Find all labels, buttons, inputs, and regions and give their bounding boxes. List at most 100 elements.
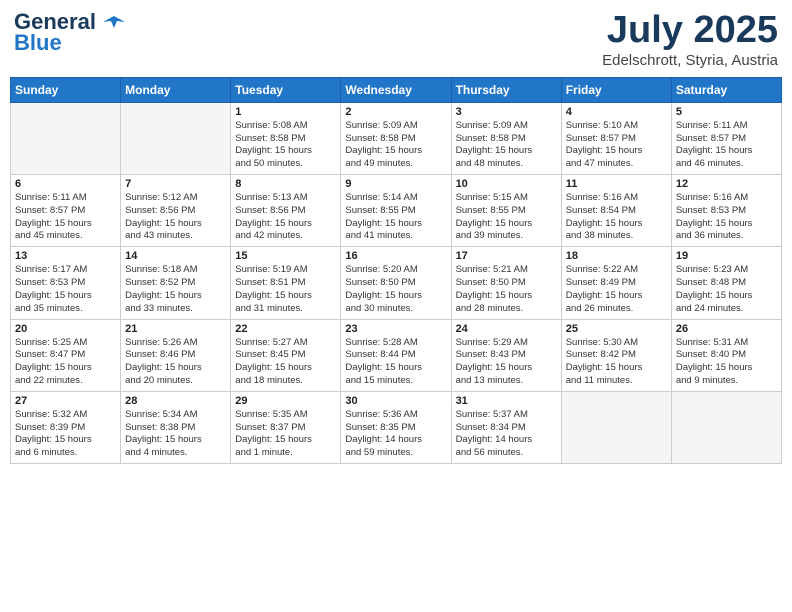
location-subtitle: Edelschrott, Styria, Austria xyxy=(602,52,778,69)
column-header-saturday: Saturday xyxy=(671,77,781,102)
calendar-cell xyxy=(561,391,671,463)
day-number: 4 xyxy=(566,106,667,118)
column-header-sunday: Sunday xyxy=(11,77,121,102)
calendar-cell: 19 Sunrise: 5:23 AM Sunset: 8:48 PM Dayli… xyxy=(671,247,781,319)
calendar-cell: 1 Sunrise: 5:08 AM Sunset: 8:58 PM Daylig… xyxy=(231,102,341,174)
day-info: Sunrise: 5:14 AM Sunset: 8:55 PM Dayligh… xyxy=(345,192,446,243)
day-number: 20 xyxy=(15,323,116,335)
day-info: Sunrise: 5:16 AM Sunset: 8:54 PM Dayligh… xyxy=(566,192,667,243)
calendar-cell: 13 Sunrise: 5:17 AM Sunset: 8:53 PM Dayli… xyxy=(11,247,121,319)
column-header-wednesday: Wednesday xyxy=(341,77,451,102)
day-number: 29 xyxy=(235,395,336,407)
calendar-week-row: 1 Sunrise: 5:08 AM Sunset: 8:58 PM Daylig… xyxy=(11,102,782,174)
calendar-week-row: 27 Sunrise: 5:32 AM Sunset: 8:39 PM Dayli… xyxy=(11,391,782,463)
column-header-tuesday: Tuesday xyxy=(231,77,341,102)
day-number: 22 xyxy=(235,323,336,335)
day-number: 14 xyxy=(125,250,226,262)
day-number: 31 xyxy=(456,395,557,407)
calendar-cell: 31 Sunrise: 5:37 AM Sunset: 8:34 PM Dayli… xyxy=(451,391,561,463)
day-number: 3 xyxy=(456,106,557,118)
day-number: 9 xyxy=(345,178,446,190)
calendar-header-row: SundayMondayTuesdayWednesdayThursdayFrid… xyxy=(11,77,782,102)
calendar-cell: 6Sunrise: 5:11 AM Sunset: 8:57 PM Daylig… xyxy=(11,175,121,247)
day-info: Sunrise: 5:36 AM Sunset: 8:35 PM Dayligh… xyxy=(345,409,446,460)
day-number: 25 xyxy=(566,323,667,335)
day-number: 1 xyxy=(235,106,336,118)
day-number: 7 xyxy=(125,178,226,190)
day-number: 16 xyxy=(345,250,446,262)
day-info: Sunrise: 5:22 AM Sunset: 8:49 PM Dayligh… xyxy=(566,264,667,315)
day-number: 13 xyxy=(15,250,116,262)
day-number: 18 xyxy=(566,250,667,262)
calendar-cell: 4 Sunrise: 5:10 AM Sunset: 8:57 PM Daylig… xyxy=(561,102,671,174)
column-header-monday: Monday xyxy=(121,77,231,102)
day-number: 6 xyxy=(15,178,116,190)
day-number: 26 xyxy=(676,323,777,335)
day-number: 19 xyxy=(676,250,777,262)
day-number: 10 xyxy=(456,178,557,190)
calendar-table: SundayMondayTuesdayWednesdayThursdayFrid… xyxy=(10,77,782,464)
calendar-cell: 9 Sunrise: 5:14 AM Sunset: 8:55 PM Daylig… xyxy=(341,175,451,247)
day-info: Sunrise: 5:10 AM Sunset: 8:57 PM Dayligh… xyxy=(566,120,667,171)
day-info: Sunrise: 5:26 AM Sunset: 8:46 PM Dayligh… xyxy=(125,337,226,388)
day-info: Sunrise: 5:21 AM Sunset: 8:50 PM Dayligh… xyxy=(456,264,557,315)
logo-blue: Blue xyxy=(14,30,62,56)
day-info: Sunrise: 5:08 AM Sunset: 8:58 PM Dayligh… xyxy=(235,120,336,171)
calendar-cell: 29Sunrise: 5:35 AM Sunset: 8:37 PM Dayli… xyxy=(231,391,341,463)
calendar-cell: 7 Sunrise: 5:12 AM Sunset: 8:56 PM Daylig… xyxy=(121,175,231,247)
day-number: 12 xyxy=(676,178,777,190)
calendar-cell: 21 Sunrise: 5:26 AM Sunset: 8:46 PM Dayli… xyxy=(121,319,231,391)
day-info: Sunrise: 5:13 AM Sunset: 8:56 PM Dayligh… xyxy=(235,192,336,243)
calendar-cell xyxy=(11,102,121,174)
calendar-cell: 5Sunrise: 5:11 AM Sunset: 8:57 PM Daylig… xyxy=(671,102,781,174)
day-info: Sunrise: 5:15 AM Sunset: 8:55 PM Dayligh… xyxy=(456,192,557,243)
calendar-cell: 27 Sunrise: 5:32 AM Sunset: 8:39 PM Dayli… xyxy=(11,391,121,463)
calendar-cell: 20Sunrise: 5:25 AM Sunset: 8:47 PM Dayli… xyxy=(11,319,121,391)
day-number: 27 xyxy=(15,395,116,407)
calendar-week-row: 20Sunrise: 5:25 AM Sunset: 8:47 PM Dayli… xyxy=(11,319,782,391)
column-header-thursday: Thursday xyxy=(451,77,561,102)
calendar-cell: 11 Sunrise: 5:16 AM Sunset: 8:54 PM Dayli… xyxy=(561,175,671,247)
calendar-cell: 14 Sunrise: 5:18 AM Sunset: 8:52 PM Dayli… xyxy=(121,247,231,319)
calendar-cell: 24 Sunrise: 5:29 AM Sunset: 8:43 PM Dayli… xyxy=(451,319,561,391)
day-info: Sunrise: 5:11 AM Sunset: 8:57 PM Dayligh… xyxy=(676,120,777,171)
day-number: 23 xyxy=(345,323,446,335)
day-info: Sunrise: 5:17 AM Sunset: 8:53 PM Dayligh… xyxy=(15,264,116,315)
day-number: 8 xyxy=(235,178,336,190)
day-number: 24 xyxy=(456,323,557,335)
day-info: Sunrise: 5:29 AM Sunset: 8:43 PM Dayligh… xyxy=(456,337,557,388)
day-info: Sunrise: 5:12 AM Sunset: 8:56 PM Dayligh… xyxy=(125,192,226,243)
day-number: 11 xyxy=(566,178,667,190)
day-number: 28 xyxy=(125,395,226,407)
day-info: Sunrise: 5:32 AM Sunset: 8:39 PM Dayligh… xyxy=(15,409,116,460)
day-info: Sunrise: 5:28 AM Sunset: 8:44 PM Dayligh… xyxy=(345,337,446,388)
calendar-cell: 26 Sunrise: 5:31 AM Sunset: 8:40 PM Dayli… xyxy=(671,319,781,391)
calendar-cell: 12Sunrise: 5:16 AM Sunset: 8:53 PM Dayli… xyxy=(671,175,781,247)
calendar-cell: 3Sunrise: 5:09 AM Sunset: 8:58 PM Daylig… xyxy=(451,102,561,174)
day-info: Sunrise: 5:30 AM Sunset: 8:42 PM Dayligh… xyxy=(566,337,667,388)
day-number: 30 xyxy=(345,395,446,407)
day-info: Sunrise: 5:37 AM Sunset: 8:34 PM Dayligh… xyxy=(456,409,557,460)
calendar-cell: 28 Sunrise: 5:34 AM Sunset: 8:38 PM Dayli… xyxy=(121,391,231,463)
calendar-week-row: 6Sunrise: 5:11 AM Sunset: 8:57 PM Daylig… xyxy=(11,175,782,247)
day-number: 15 xyxy=(235,250,336,262)
calendar-cell xyxy=(121,102,231,174)
logo: General Blue xyxy=(14,10,125,56)
calendar-week-row: 13 Sunrise: 5:17 AM Sunset: 8:53 PM Dayli… xyxy=(11,247,782,319)
calendar-cell xyxy=(671,391,781,463)
day-info: Sunrise: 5:34 AM Sunset: 8:38 PM Dayligh… xyxy=(125,409,226,460)
calendar-cell: 15 Sunrise: 5:19 AM Sunset: 8:51 PM Dayli… xyxy=(231,247,341,319)
day-info: Sunrise: 5:09 AM Sunset: 8:58 PM Dayligh… xyxy=(345,120,446,171)
day-info: Sunrise: 5:27 AM Sunset: 8:45 PM Dayligh… xyxy=(235,337,336,388)
page-header: General Blue July 2025 Edelschrott, Styr… xyxy=(10,10,782,69)
calendar-cell: 23 Sunrise: 5:28 AM Sunset: 8:44 PM Dayli… xyxy=(341,319,451,391)
day-info: Sunrise: 5:23 AM Sunset: 8:48 PM Dayligh… xyxy=(676,264,777,315)
day-info: Sunrise: 5:19 AM Sunset: 8:51 PM Dayligh… xyxy=(235,264,336,315)
day-info: Sunrise: 5:18 AM Sunset: 8:52 PM Dayligh… xyxy=(125,264,226,315)
logo-bird-icon xyxy=(103,14,125,32)
day-number: 21 xyxy=(125,323,226,335)
calendar-cell: 2 Sunrise: 5:09 AM Sunset: 8:58 PM Daylig… xyxy=(341,102,451,174)
day-number: 2 xyxy=(345,106,446,118)
day-info: Sunrise: 5:31 AM Sunset: 8:40 PM Dayligh… xyxy=(676,337,777,388)
calendar-cell: 30 Sunrise: 5:36 AM Sunset: 8:35 PM Dayli… xyxy=(341,391,451,463)
